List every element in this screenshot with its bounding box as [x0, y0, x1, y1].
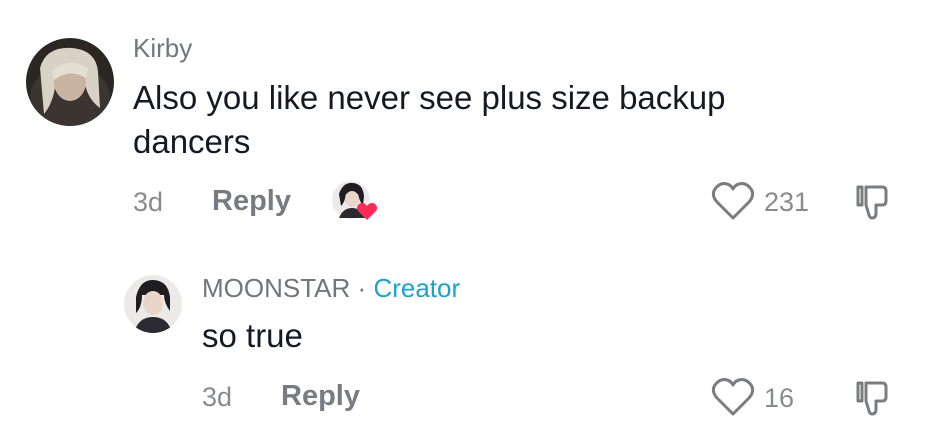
reply-timestamp: 3d	[202, 382, 233, 412]
comment-timestamp: 3d	[133, 187, 164, 217]
thumbs-down-icon[interactable]	[854, 183, 890, 221]
creator-badge: Creator	[373, 273, 461, 303]
comment-text: Also you like never see plus size backup…	[133, 79, 726, 160]
heart-outline-icon[interactable]	[711, 181, 755, 221]
reply-text: so true	[202, 317, 303, 354]
avatar-kirby[interactable]	[26, 38, 114, 126]
reply-username-row: MOONSTAR · Creator	[202, 275, 460, 301]
avatar-moonstar[interactable]	[124, 275, 182, 333]
thumbs-down-icon[interactable]	[854, 379, 890, 417]
reply-like-count: 16	[764, 383, 795, 413]
heart-outline-icon[interactable]	[711, 377, 755, 417]
reply-reply-button[interactable]: Reply	[281, 382, 360, 411]
reply-username[interactable]: MOONSTAR	[202, 273, 350, 303]
creator-liked-heart-icon	[331, 180, 381, 222]
reply-button[interactable]: Reply	[212, 187, 291, 216]
comment-username[interactable]: Kirby	[133, 35, 192, 61]
like-count: 231	[764, 187, 810, 217]
username-separator: ·	[357, 273, 367, 303]
